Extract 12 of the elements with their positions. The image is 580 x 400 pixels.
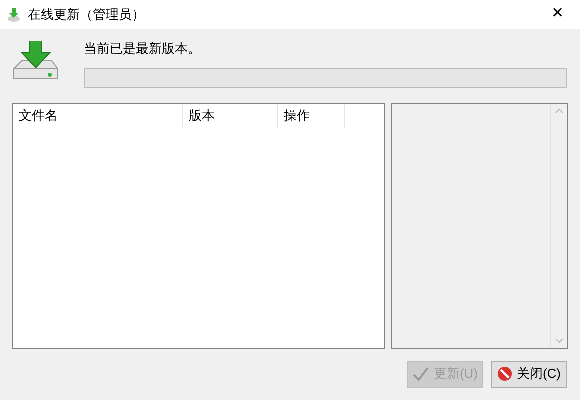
column-header[interactable]: 版本 (183, 104, 278, 128)
scroll-up-icon[interactable] (554, 108, 564, 114)
scroll-down-icon[interactable] (554, 338, 564, 344)
stop-icon (496, 366, 513, 382)
close-button[interactable]: ✕ (536, 0, 580, 29)
status-message: 当前已是最新版本。 (84, 40, 202, 58)
dialog-button[interactable]: 关闭(C) (491, 360, 567, 388)
column-header[interactable]: 文件名 (13, 104, 183, 128)
window-title: 在线更新（管理员） (28, 6, 145, 24)
checkmark-icon (412, 365, 430, 383)
app-icon (6, 6, 22, 22)
column-header[interactable]: 操作 (278, 104, 345, 128)
